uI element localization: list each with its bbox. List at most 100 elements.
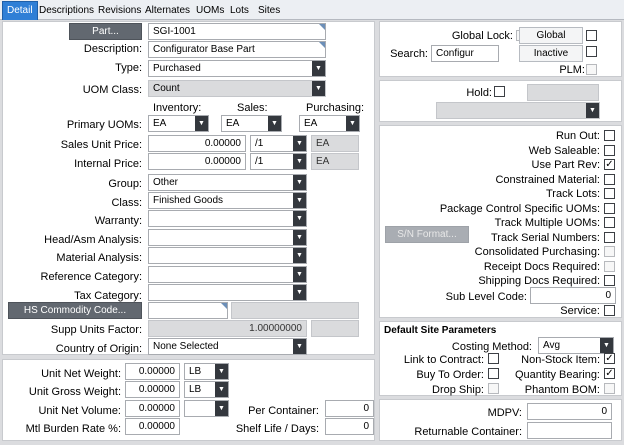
internal-price-per-select[interactable]: /1 ▼: [250, 153, 307, 170]
costing-method-label: Costing Method:: [451, 341, 532, 353]
internal-price-field[interactable]: 0.00000: [148, 153, 246, 170]
track-lots-label: Track Lots:: [546, 188, 600, 200]
mtl-burden-rate-field[interactable]: 0.00000: [125, 418, 180, 435]
track-serial-numbers-checkbox[interactable]: [604, 232, 615, 243]
purchasing-header: Purchasing:: [306, 102, 365, 114]
hs-commodity-description-field: [231, 302, 359, 319]
unit-gross-weight-field[interactable]: 0.00000: [125, 381, 180, 398]
chevron-down-icon: ▼: [293, 230, 306, 245]
net-volume-uom-select[interactable]: ▼: [184, 400, 229, 417]
shelf-life-field[interactable]: 0: [325, 418, 374, 435]
part-number-field[interactable]: SGI-1001: [148, 23, 326, 40]
hold-reason-select[interactable]: ▼: [436, 102, 600, 119]
unit-net-volume-field[interactable]: 0.00000: [125, 400, 180, 417]
hs-commodity-code-field[interactable]: [148, 302, 228, 319]
type-select[interactable]: Purchased ▼: [148, 60, 326, 77]
search-label: Search:: [390, 48, 428, 60]
phantom-bom-label: Phantom BOM:: [524, 384, 600, 396]
global-button[interactable]: Global: [519, 27, 583, 44]
quantity-bearing-label: Quantity Bearing:: [515, 369, 600, 381]
tax-category-label: Tax Category:: [74, 290, 142, 302]
chevron-down-icon: ▼: [293, 267, 306, 282]
tab-descriptions[interactable]: Descriptions: [39, 3, 94, 19]
chevron-down-icon: ▼: [293, 285, 306, 300]
warranty-select[interactable]: ▼: [148, 210, 307, 227]
tab-lots[interactable]: Lots: [230, 3, 249, 19]
material-analysis-select[interactable]: ▼: [148, 247, 307, 264]
sales-price-per-select[interactable]: /1 ▼: [250, 135, 307, 152]
reference-category-select[interactable]: ▼: [148, 266, 307, 283]
global-checkbox[interactable]: [586, 30, 597, 41]
chevron-down-icon: ▼: [312, 81, 325, 96]
head-asm-select[interactable]: ▼: [148, 229, 307, 246]
consolidated-purchasing-label: Consolidated Purchasing:: [474, 246, 600, 258]
chevron-down-icon: ▼: [215, 401, 228, 416]
purchasing-uom-select[interactable]: EA ▼: [299, 115, 360, 132]
hs-commodity-code-button[interactable]: HS Commodity Code...: [8, 302, 142, 319]
inactive-button[interactable]: Inactive: [519, 45, 583, 62]
run-out-checkbox[interactable]: [604, 130, 615, 141]
uom-class-select[interactable]: Count ▼: [148, 80, 326, 97]
per-container-label: Per Container:: [248, 405, 319, 417]
service-checkbox[interactable]: [604, 305, 615, 316]
non-stock-item-checkbox[interactable]: ✓: [604, 353, 615, 364]
sales-unit-price-field[interactable]: 0.00000: [148, 135, 246, 152]
consolidated-purchasing-checkbox[interactable]: [604, 246, 615, 257]
chevron-down-icon: ▼: [600, 338, 613, 353]
primary-uoms-label: Primary UOMs:: [66, 119, 142, 131]
internal-price-uom-field: EA: [311, 153, 359, 170]
package-control-uoms-label: Package Control Specific UOMs:: [439, 203, 600, 215]
global-lock-label: Global Lock:: [451, 30, 513, 42]
track-lots-checkbox[interactable]: [604, 188, 615, 199]
plm-checkbox[interactable]: [586, 64, 597, 75]
head-asm-label: Head/Asm Analysis:: [44, 234, 142, 246]
constrained-material-checkbox[interactable]: [604, 174, 615, 185]
sales-uom-select[interactable]: EA ▼: [221, 115, 282, 132]
tab-sites[interactable]: Sites: [258, 3, 280, 19]
plm-label: PLM:: [559, 64, 585, 76]
tax-category-select[interactable]: ▼: [148, 284, 307, 301]
drop-ship-checkbox[interactable]: [488, 383, 499, 394]
buy-to-order-label: Buy To Order:: [416, 369, 484, 381]
returnable-container-field[interactable]: [527, 422, 612, 439]
tab-alternates[interactable]: Alternates: [145, 3, 190, 19]
sales-header: Sales:: [237, 102, 268, 114]
group-select[interactable]: Other ▼: [148, 174, 307, 191]
search-input[interactable]: Configur: [431, 45, 499, 62]
chevron-down-icon: ▼: [293, 339, 306, 354]
site-parameters-title: Default Site Parameters: [384, 325, 497, 336]
buy-to-order-checkbox[interactable]: [488, 368, 499, 379]
link-to-contract-checkbox[interactable]: [488, 353, 499, 364]
per-container-field[interactable]: 0: [325, 400, 374, 417]
tab-revisions[interactable]: Revisions: [98, 3, 141, 19]
part-button[interactable]: Part...: [69, 23, 142, 40]
inactive-checkbox[interactable]: [586, 46, 597, 57]
supp-units-uom-field: [311, 320, 359, 337]
inventory-uom-select[interactable]: EA ▼: [148, 115, 209, 132]
reference-category-label: Reference Category:: [40, 271, 143, 283]
uom-class-label: UOM Class:: [82, 84, 142, 96]
receipt-docs-required-checkbox[interactable]: [604, 261, 615, 272]
country-of-origin-select[interactable]: None Selected ▼: [148, 338, 307, 355]
class-select[interactable]: Finished Goods ▼: [148, 192, 307, 209]
quantity-bearing-checkbox[interactable]: ✓: [604, 368, 615, 379]
sub-level-code-field[interactable]: 0: [530, 287, 616, 304]
unit-net-weight-field[interactable]: 0.00000: [125, 363, 180, 380]
gross-weight-uom-select[interactable]: LB ▼: [184, 381, 229, 398]
tab-uoms[interactable]: UOMs: [196, 3, 224, 19]
track-serial-numbers-label: Track Serial Numbers:: [490, 232, 600, 244]
web-saleable-checkbox[interactable]: [604, 145, 615, 156]
package-control-uoms-checkbox[interactable]: [604, 203, 615, 214]
net-weight-uom-select[interactable]: LB ▼: [184, 363, 229, 380]
mdpv-field[interactable]: 0: [527, 403, 612, 420]
phantom-bom-checkbox[interactable]: [604, 383, 615, 394]
description-field[interactable]: Configurator Base Part: [148, 41, 326, 58]
shipping-docs-required-checkbox[interactable]: [604, 275, 615, 286]
tab-detail[interactable]: Detail: [2, 1, 38, 20]
chevron-down-icon: ▼: [195, 116, 208, 131]
use-part-rev-checkbox[interactable]: ✓: [604, 159, 615, 170]
chevron-down-icon: ▼: [215, 382, 228, 397]
costing-method-select[interactable]: Avg ▼: [538, 337, 614, 354]
track-multiple-uoms-checkbox[interactable]: [604, 217, 615, 228]
hold-checkbox[interactable]: [494, 86, 505, 97]
